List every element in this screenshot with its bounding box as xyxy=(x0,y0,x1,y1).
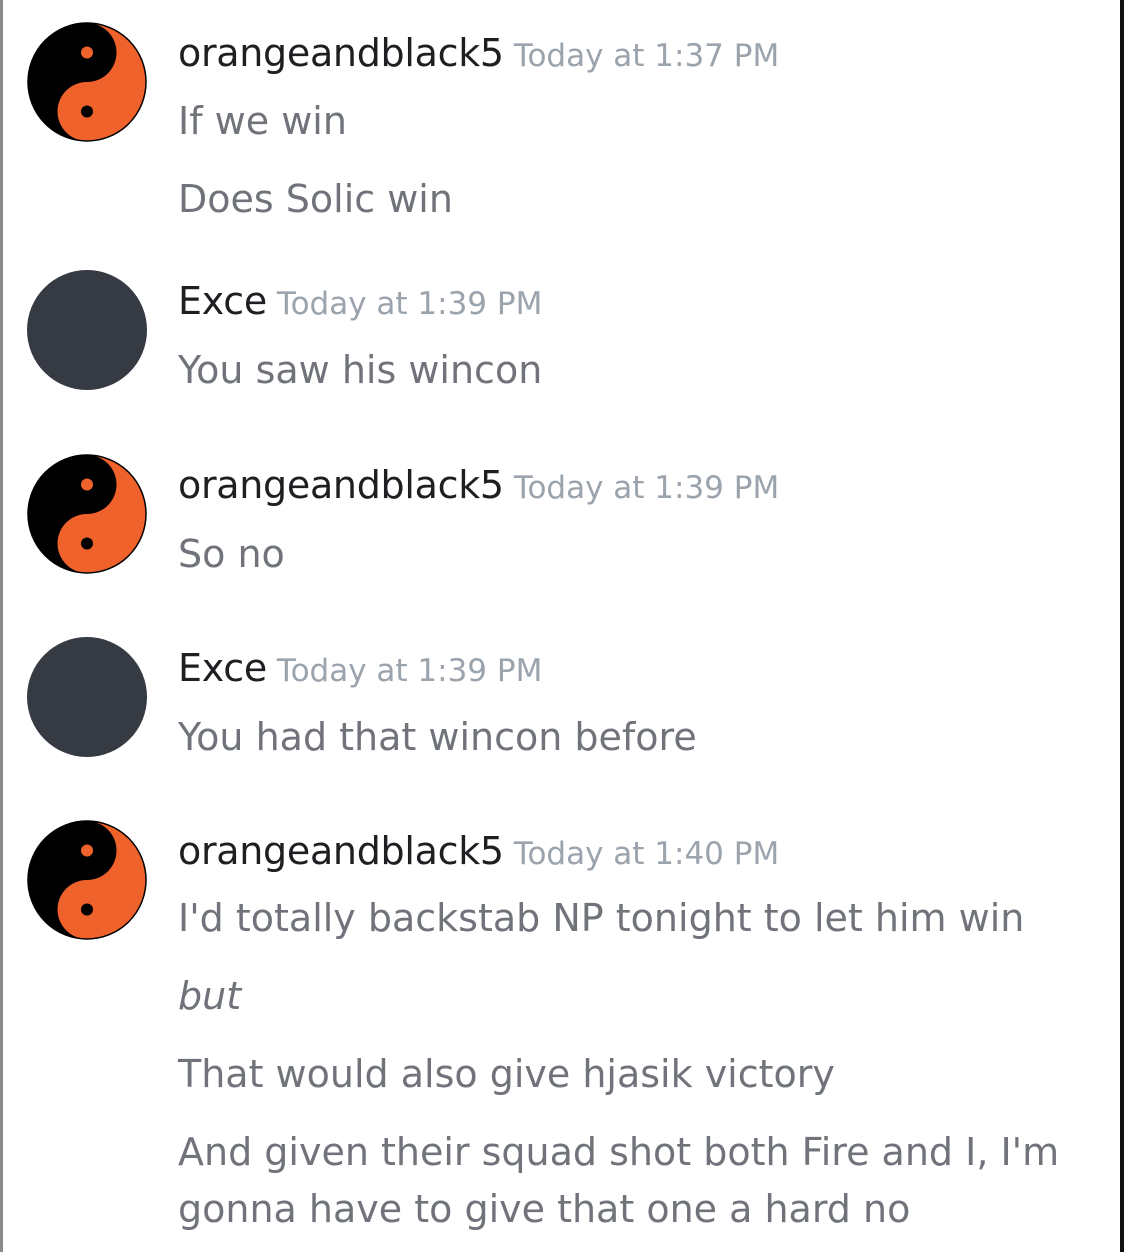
username[interactable]: Exce xyxy=(178,646,267,690)
username[interactable]: orangeandblack5 xyxy=(178,31,504,75)
message-line: So no xyxy=(178,532,285,576)
message-header: Exce Today at 1:39 PM xyxy=(178,645,542,691)
yin-yang-icon[interactable] xyxy=(27,22,147,142)
message-line: And given their squad shot both Fire and… xyxy=(178,1130,1060,1174)
timestamp: Today at 1:40 PM xyxy=(513,836,780,872)
message-header: orangeandblack5 Today at 1:39 PM xyxy=(178,462,779,508)
yin-yang-icon[interactable] xyxy=(27,820,147,940)
window-right-border xyxy=(1120,0,1124,1252)
message-line: If we win xyxy=(178,99,347,143)
message-line: You saw his wincon xyxy=(178,348,543,392)
username[interactable]: orangeandblack5 xyxy=(178,829,504,873)
window-left-border xyxy=(0,0,3,1252)
default-avatar[interactable] xyxy=(27,270,147,390)
default-avatar[interactable] xyxy=(27,637,147,757)
timestamp: Today at 1:37 PM xyxy=(513,38,780,74)
message-line: gonna have to give that one a hard no xyxy=(178,1187,911,1231)
message-line: Does Solic win xyxy=(178,177,453,221)
username[interactable]: Exce xyxy=(178,279,267,323)
timestamp: Today at 1:39 PM xyxy=(276,653,543,689)
message-header: orangeandblack5 Today at 1:40 PM xyxy=(178,828,779,874)
timestamp: Today at 1:39 PM xyxy=(513,470,780,506)
username[interactable]: orangeandblack5 xyxy=(178,463,504,507)
message-line: I'd totally backstab NP tonight to let h… xyxy=(178,896,1025,940)
message-header: Exce Today at 1:39 PM xyxy=(178,278,542,324)
timestamp: Today at 1:39 PM xyxy=(276,286,543,322)
message-line: That would also give hjasik victory xyxy=(178,1052,835,1096)
message-line: but xyxy=(178,974,242,1018)
message-line: You had that wincon before xyxy=(178,715,697,759)
message-header: orangeandblack5 Today at 1:37 PM xyxy=(178,30,779,76)
yin-yang-icon[interactable] xyxy=(27,454,147,574)
